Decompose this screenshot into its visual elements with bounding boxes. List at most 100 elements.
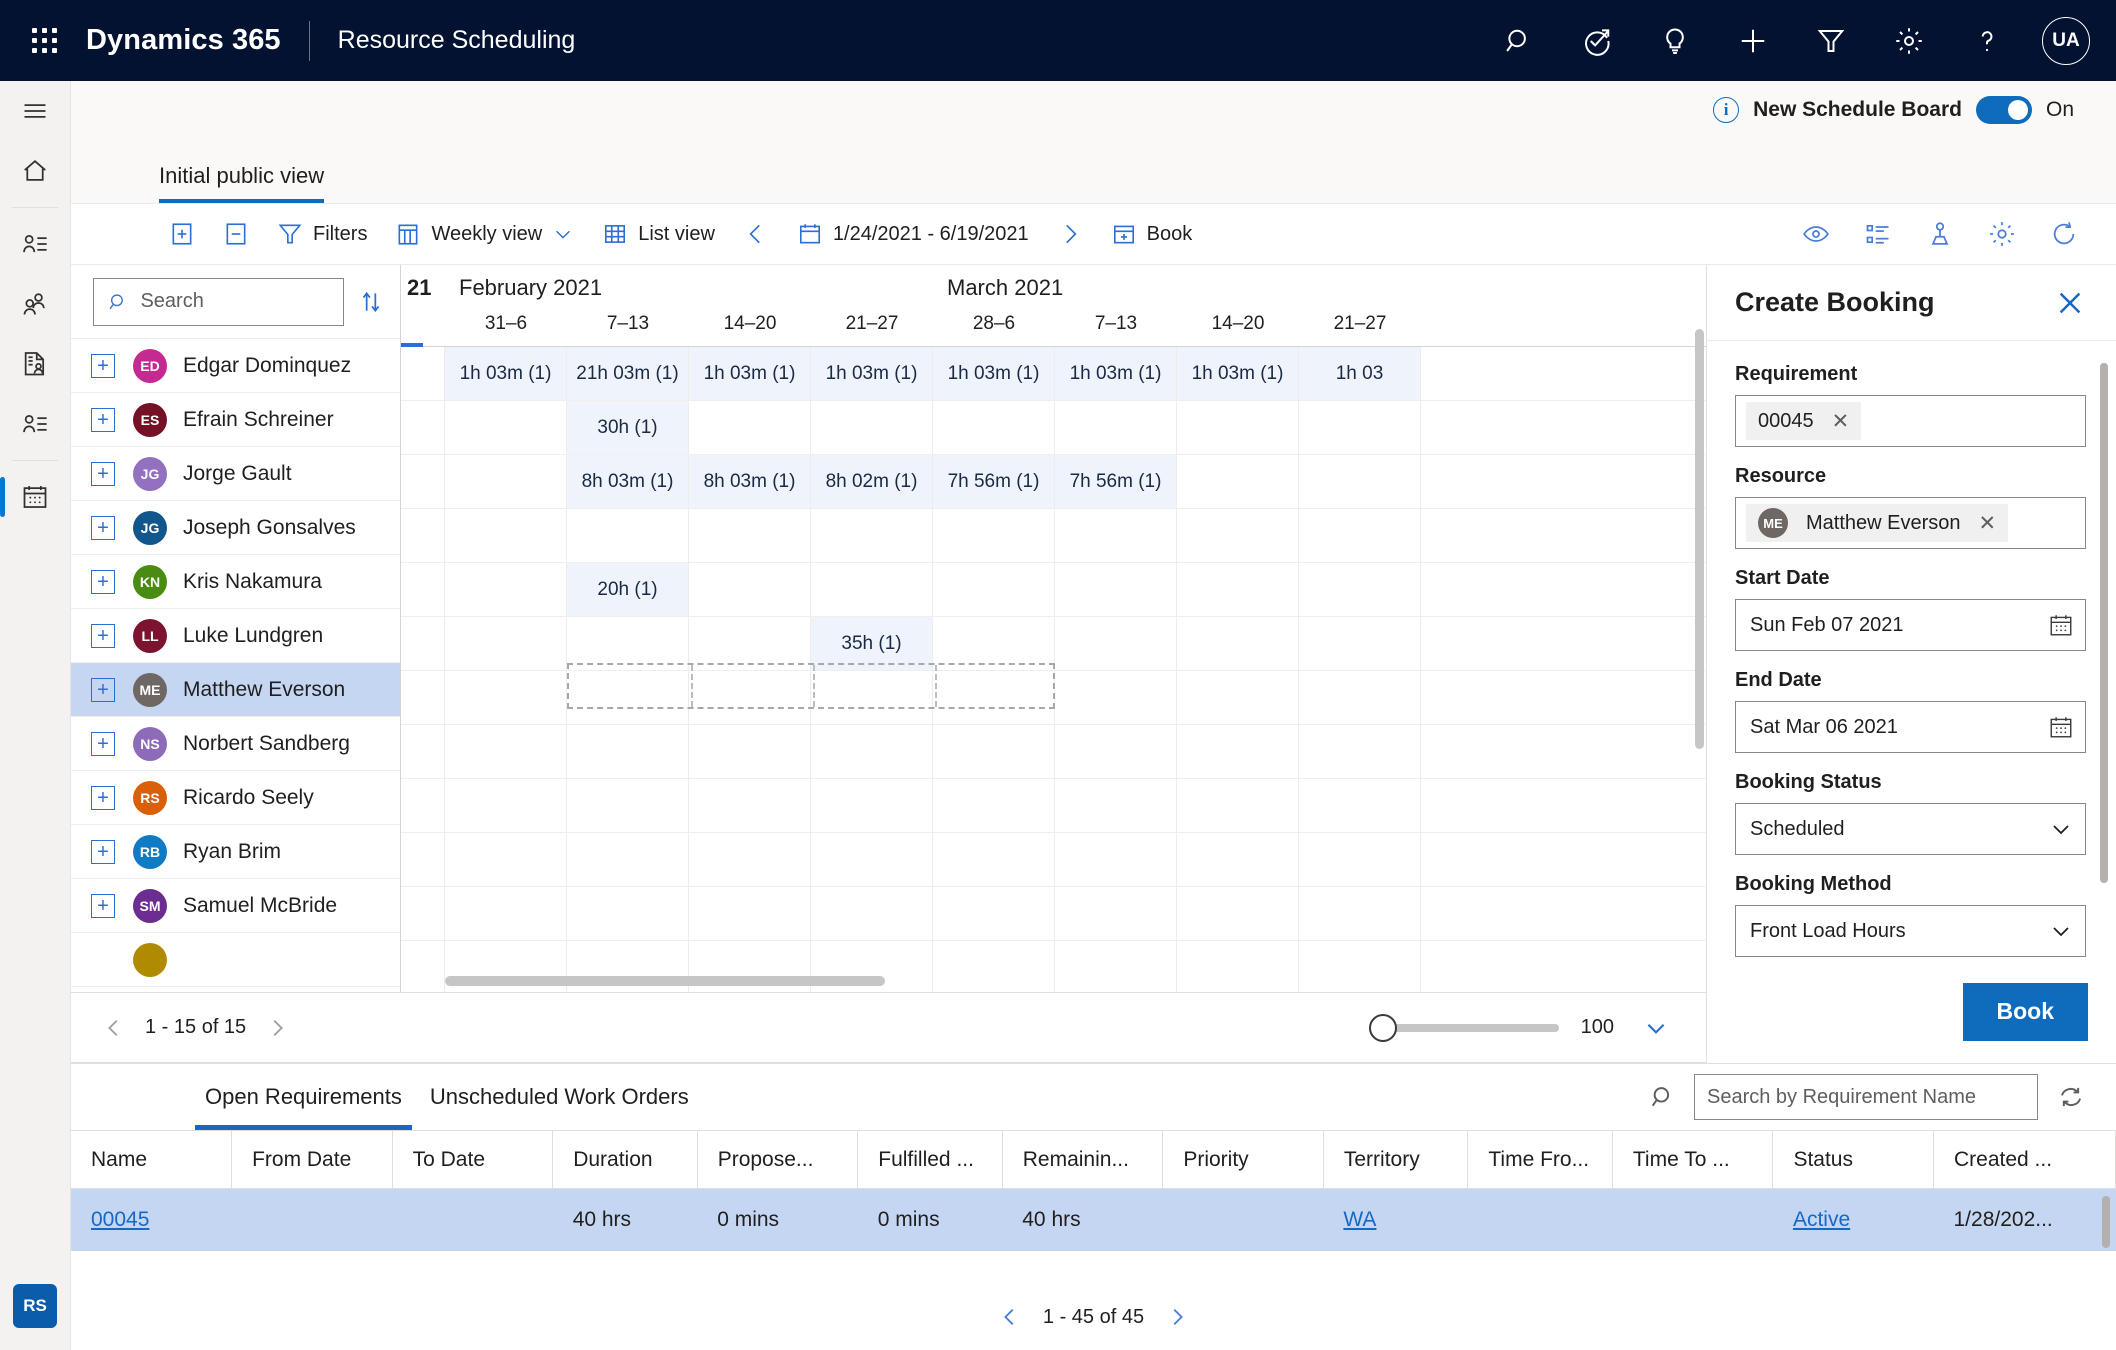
resource-control[interactable]: ME Matthew Everson ✕ — [1735, 497, 2086, 549]
accounts-icon[interactable] — [0, 214, 70, 274]
tab-unscheduled-work-orders[interactable]: Unscheduled Work Orders — [416, 1064, 703, 1130]
resource-row[interactable]: + NS Norbert Sandberg — [71, 717, 400, 771]
plus-icon[interactable] — [1724, 12, 1782, 70]
gantt-cell[interactable]: 20h (1) — [567, 563, 689, 616]
table-column-header[interactable]: Time Fro... — [1467, 1130, 1613, 1189]
gantt-cell-partial[interactable] — [401, 887, 445, 940]
app-launcher-waffle-icon[interactable] — [18, 15, 70, 67]
gantt-cell[interactable] — [1299, 563, 1421, 616]
gantt-cell[interactable] — [567, 509, 689, 562]
user-avatar[interactable]: UA — [2042, 16, 2090, 65]
gantt-cell[interactable]: 1h 03m (1) — [811, 347, 933, 400]
gantt-cell[interactable] — [933, 563, 1055, 616]
gantt-cell[interactable] — [445, 509, 567, 562]
calendar-icon[interactable] — [2047, 611, 2075, 639]
gantt-cell[interactable] — [1055, 401, 1177, 454]
gantt-cell[interactable] — [1177, 833, 1299, 886]
new-schedule-board-toggle[interactable] — [1975, 96, 2032, 124]
gantt-cell[interactable] — [567, 833, 689, 886]
table-column-header[interactable]: Territory — [1323, 1130, 1469, 1189]
sort-icon[interactable] — [358, 284, 384, 320]
gantt-cell-partial[interactable] — [401, 779, 445, 832]
gantt-cell[interactable] — [1299, 887, 1421, 940]
gantt-cell[interactable]: 1h 03m (1) — [1177, 347, 1299, 400]
table-column-header[interactable]: Name — [71, 1130, 233, 1189]
resource-row[interactable]: + RS Ricardo Seely — [71, 771, 400, 825]
remove-requirement-icon[interactable]: ✕ — [1832, 409, 1850, 434]
previous-page-button[interactable] — [97, 1011, 131, 1045]
gantt-cell[interactable] — [1055, 779, 1177, 832]
gantt-row[interactable]: 8h 03m (1) 8h 03m (1) 8h 02m (1) 7h 56m (1)… — [401, 455, 1706, 509]
gantt-cell[interactable]: 1h 03m (1) — [933, 347, 1055, 400]
gantt-cell-partial[interactable] — [401, 563, 445, 616]
gantt-cell-partial[interactable] — [401, 347, 445, 400]
gantt-cell[interactable] — [689, 833, 811, 886]
table-column-header[interactable]: Created ... — [1933, 1130, 2116, 1189]
table-cell-link[interactable]: WA — [1343, 1208, 1376, 1231]
gantt-cell[interactable] — [1299, 725, 1421, 778]
expand-resource-icon[interactable]: + — [91, 353, 115, 378]
gantt-cell[interactable] — [1177, 563, 1299, 616]
gantt-cell[interactable] — [1299, 617, 1421, 670]
gantt-vertical-scrollbar[interactable] — [1695, 329, 1704, 962]
table-vertical-scrollbar[interactable] — [2102, 1196, 2110, 1248]
gantt-cell[interactable] — [445, 617, 567, 670]
gantt-cell[interactable]: 1h 03m (1) — [1055, 347, 1177, 400]
table-column-header[interactable]: Duration — [552, 1130, 698, 1189]
gantt-cell-partial[interactable] — [401, 671, 445, 724]
gantt-cell[interactable] — [811, 833, 933, 886]
collapse-rows-button[interactable] — [209, 210, 263, 258]
bottom-next-page-button[interactable] — [1160, 1300, 1194, 1334]
end-date-control[interactable]: Sat Mar 06 2021 — [1735, 701, 2086, 753]
gantt-cell[interactable] — [811, 563, 933, 616]
table-column-header[interactable]: Propose... — [697, 1130, 859, 1189]
gantt-cell[interactable] — [933, 833, 1055, 886]
gantt-cell-partial[interactable] — [401, 833, 445, 886]
gantt-cell[interactable] — [1055, 563, 1177, 616]
gantt-cell[interactable] — [933, 401, 1055, 454]
gantt-cell[interactable] — [1177, 455, 1299, 508]
gantt-cell[interactable] — [933, 509, 1055, 562]
gantt-cell[interactable]: 30h (1) — [567, 401, 689, 454]
panel-scrollbar[interactable] — [2100, 363, 2108, 883]
gantt-cell[interactable] — [445, 455, 567, 508]
gantt-cell[interactable] — [567, 725, 689, 778]
chevron-down-icon[interactable] — [2047, 815, 2075, 843]
expand-resource-icon[interactable]: + — [91, 407, 115, 432]
search-icon[interactable] — [1490, 12, 1548, 70]
home-icon[interactable] — [0, 141, 70, 201]
resource-row[interactable]: + LL Luke Lundgren — [71, 609, 400, 663]
requirement-chip[interactable]: 00045 ✕ — [1746, 402, 1862, 440]
gantt-row[interactable] — [401, 887, 1706, 941]
gantt-cell[interactable] — [1177, 509, 1299, 562]
gantt-cell[interactable] — [689, 509, 811, 562]
table-column-header[interactable]: Status — [1772, 1130, 1934, 1189]
table-column-header[interactable]: From Date — [231, 1130, 393, 1189]
gantt-row[interactable]: 30h (1) — [401, 401, 1706, 455]
resource-search-box[interactable] — [93, 277, 344, 326]
expand-bottom-chevron-icon[interactable] — [1636, 1008, 1676, 1048]
tab-open-requirements[interactable]: Open Requirements — [191, 1064, 416, 1130]
expand-resource-icon[interactable]: + — [91, 677, 115, 702]
gantt-cell[interactable] — [1299, 509, 1421, 562]
gantt-cell[interactable] — [445, 401, 567, 454]
expand-resource-icon[interactable]: + — [91, 893, 115, 918]
remove-resource-icon[interactable]: ✕ — [1979, 511, 1997, 536]
gantt-cell[interactable]: 7h 56m (1) — [1055, 455, 1177, 508]
gantt-cell[interactable]: 1h 03 — [1299, 347, 1421, 400]
resource-row[interactable]: + ME Matthew Everson — [71, 663, 400, 717]
lightbulb-icon[interactable] — [1646, 12, 1704, 70]
gantt-cell[interactable] — [1055, 833, 1177, 886]
requirement-control[interactable]: 00045 ✕ — [1735, 395, 2086, 447]
gantt-cell[interactable]: 7h 56m (1) — [933, 455, 1055, 508]
filter-icon[interactable] — [1802, 12, 1860, 70]
close-icon[interactable] — [2050, 283, 2090, 323]
expand-resource-icon[interactable]: + — [91, 569, 115, 594]
eye-icon[interactable] — [1796, 214, 1836, 254]
next-period-button[interactable] — [1043, 210, 1097, 258]
gantt-cell[interactable] — [689, 725, 811, 778]
gantt-cell[interactable] — [445, 887, 567, 940]
work-orders-icon[interactable] — [0, 334, 70, 394]
resource-row[interactable]: + JG Jorge Gault — [71, 447, 400, 501]
gantt-cell[interactable] — [1177, 779, 1299, 832]
